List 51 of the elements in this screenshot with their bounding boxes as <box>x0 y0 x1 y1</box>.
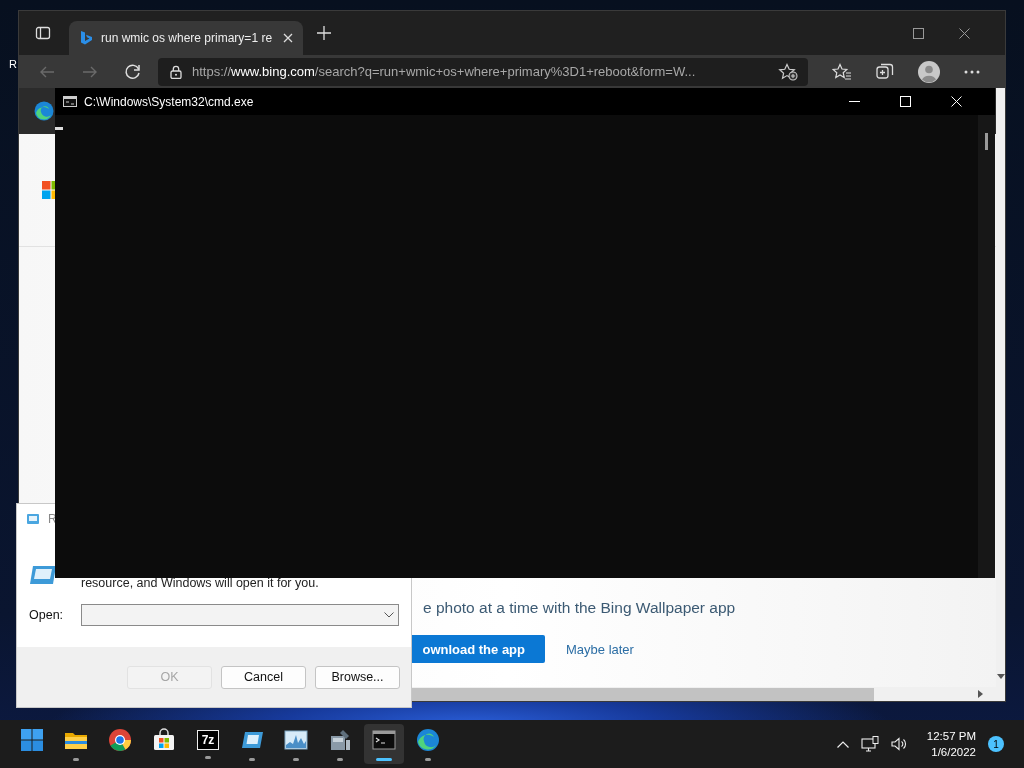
desktop-icon-label[interactable]: R <box>9 58 17 70</box>
open-label: Open: <box>29 608 64 622</box>
edge-logo-icon <box>34 101 54 121</box>
maximize-icon[interactable] <box>913 27 924 39</box>
collections-icon[interactable] <box>876 62 894 81</box>
url-text: https://www.bing.com/search?q=run+wmic+os+where+primary%3D1+reboot&form=W... <box>192 64 697 79</box>
dialog-button[interactable]: Browse... <box>315 665 400 689</box>
lock-icon <box>170 64 182 79</box>
text-cursor <box>55 127 63 130</box>
bing-icon <box>79 30 93 46</box>
refresh-icon[interactable] <box>124 62 142 81</box>
console-icon <box>63 96 77 107</box>
clock-time[interactable]: 12:57 PM <box>926 728 976 744</box>
start-icon <box>20 727 44 752</box>
notification-badge[interactable]: 1 <box>988 736 1004 752</box>
sevenzip-icon: 7z <box>197 729 219 750</box>
shopping-bag-icon <box>152 727 176 752</box>
tab-title: run wmic os where primary=1 re <box>101 31 274 45</box>
run-icon <box>26 513 40 525</box>
browser-tab[interactable]: run wmic os where primary=1 re <box>69 21 303 55</box>
dialog-button[interactable]: Cancel <box>221 665 306 689</box>
taskbar-button[interactable] <box>364 724 404 764</box>
scroll-right-icon[interactable] <box>978 690 983 698</box>
more-icon[interactable] <box>964 69 980 74</box>
favorites-icon[interactable] <box>832 62 852 81</box>
taskbar-button[interactable]: 7z <box>188 724 228 764</box>
new-tab-icon[interactable] <box>317 26 331 40</box>
tab-actions-icon[interactable] <box>35 25 51 41</box>
console-icon <box>372 727 396 752</box>
add-favorite-icon[interactable] <box>778 62 798 81</box>
open-combo-box[interactable] <box>81 604 399 626</box>
clock-date[interactable]: 1/6/2022 <box>931 744 976 760</box>
promo-text: e photo at a time with the Bing Wallpaper app <box>423 599 737 617</box>
chrome-icon <box>108 727 132 752</box>
network-icon[interactable] <box>860 736 879 752</box>
chart-monitor-icon <box>284 727 308 752</box>
scroll-down-icon <box>996 674 1005 679</box>
window-title: C:\Windows\System32\cmd.exe <box>84 94 254 109</box>
dialog-description: resource, and Windows will open it for you. <box>81 576 319 590</box>
vertical-scrollbar[interactable] <box>996 88 1005 687</box>
profile-avatar-icon[interactable] <box>918 60 940 83</box>
close-icon[interactable] <box>959 27 970 39</box>
maybe-later-link[interactable]: Maybe later <box>566 641 634 657</box>
scroll-thumb[interactable] <box>985 133 988 150</box>
chevron-up-icon[interactable] <box>836 740 849 748</box>
address-bar[interactable]: https://www.bing.com/search?q=run+wmic+os+where+primary%3D1+reboot&form=W... <box>158 57 808 86</box>
volume-icon[interactable] <box>890 737 907 751</box>
edge-icon <box>416 727 440 752</box>
toolbox-icon <box>328 727 352 752</box>
chevron-down-icon <box>384 612 394 618</box>
run-icon <box>29 564 57 586</box>
